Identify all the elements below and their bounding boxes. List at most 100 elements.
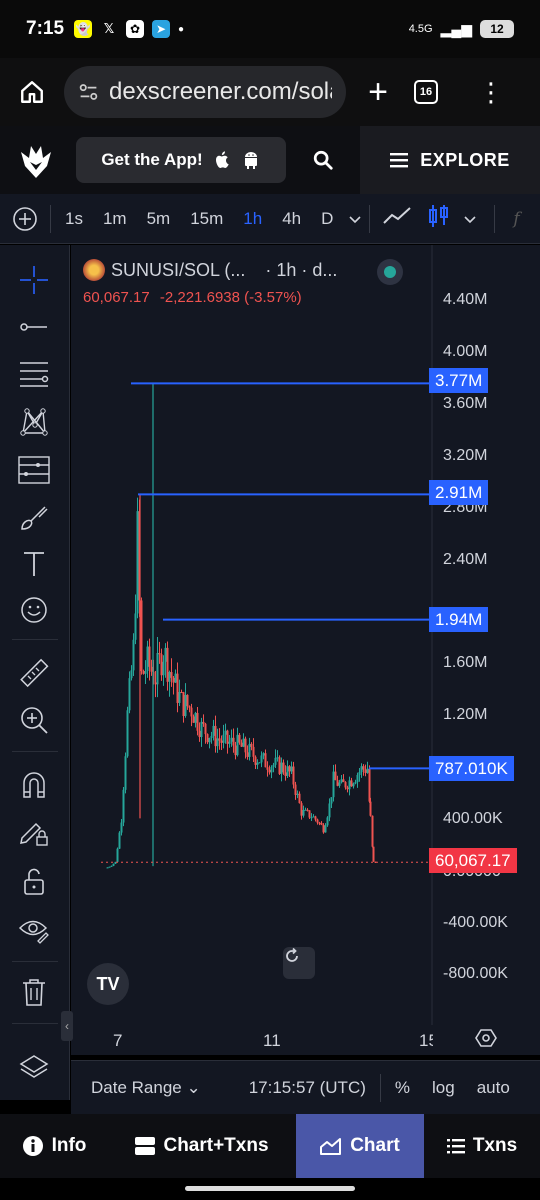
timeframe-1h[interactable]: 1h	[233, 209, 272, 229]
price-scale-label: -400.00K	[443, 914, 508, 931]
timeframe-1m[interactable]: 1m	[93, 209, 137, 229]
candlestick-chart[interactable]	[71, 245, 540, 1055]
candle-body	[198, 730, 201, 738]
trend-line-tool-icon[interactable]	[17, 310, 51, 344]
horizontal-line-tag[interactable]: 3.77M	[429, 368, 489, 393]
candle-body	[196, 712, 199, 731]
search-button[interactable]	[286, 149, 360, 171]
site-settings-icon[interactable]	[78, 81, 99, 103]
horizontal-line-tag[interactable]: 787.010K	[429, 756, 514, 781]
nav-chart-txns[interactable]: Chart+Txns	[108, 1114, 296, 1178]
pair-name[interactable]: SUNUSI/SOL (...	[111, 260, 245, 281]
utc-time[interactable]: 17:15:57 (UTC)	[249, 1078, 366, 1098]
dexscreener-logo[interactable]	[0, 140, 72, 180]
lock-drawing-tool-icon[interactable]	[17, 815, 51, 849]
tab-switcher-button[interactable]: 16	[414, 80, 438, 104]
text-tool-icon[interactable]	[17, 547, 51, 581]
home-button[interactable]	[0, 79, 64, 105]
emoji-tool-icon[interactable]	[17, 593, 51, 627]
line-chart-type-icon[interactable]	[382, 206, 412, 231]
brush-tool-icon[interactable]	[17, 501, 51, 535]
auto-scale-toggle[interactable]: auto	[477, 1078, 510, 1098]
add-symbol-button[interactable]	[0, 206, 50, 232]
timeframe-d[interactable]: D	[311, 209, 343, 229]
candles-chart-type-icon[interactable]	[428, 203, 450, 234]
candle-body	[274, 757, 277, 765]
timeframe-1s[interactable]: 1s	[55, 209, 93, 229]
market-status-dot-icon[interactable]	[377, 259, 403, 285]
candle-body	[118, 832, 121, 849]
explore-button[interactable]: EXPLORE	[360, 126, 540, 194]
candle-body	[194, 712, 197, 723]
nav-chart[interactable]: Chart	[296, 1114, 424, 1178]
candle-body	[144, 670, 147, 674]
candle-body	[156, 653, 159, 685]
chevron-down-icon: ⌄	[186, 1077, 201, 1097]
hide-drawings-eye-icon[interactable]	[17, 913, 51, 947]
pattern-tool-icon[interactable]	[17, 405, 51, 439]
timeframe-4h[interactable]: 4h	[272, 209, 311, 229]
url-bar[interactable]: dexscreener.com/sola	[64, 66, 346, 118]
browser-menu-button[interactable]: ⋮	[478, 79, 504, 105]
candle-body	[242, 738, 245, 747]
get-app-label: Get the App!	[101, 150, 203, 169]
candle-body	[130, 670, 133, 679]
candle-body	[342, 779, 345, 783]
candle-body	[326, 817, 329, 826]
ruler-tool-icon[interactable]	[17, 657, 51, 691]
trash-icon[interactable]	[17, 975, 51, 1009]
candle-body	[202, 721, 205, 724]
reset-icon	[286, 947, 298, 962]
price-scale-label: 400.00K	[443, 810, 503, 827]
nav-info[interactable]: Info	[0, 1114, 108, 1178]
lock-icon[interactable]	[17, 865, 51, 899]
collapse-toolbar-chevron-icon[interactable]: ‹	[61, 1011, 73, 1041]
candle-body	[112, 863, 115, 866]
percent-scale-toggle[interactable]: %	[395, 1078, 410, 1098]
timeframe-15m[interactable]: 15m	[180, 209, 233, 229]
price-chart[interactable]: SUNUSI/SOL (... · 1h · d... 60,067.17 -2…	[61, 245, 540, 1055]
zoom-in-tool-icon[interactable]	[17, 703, 51, 737]
new-tab-button[interactable]: +	[348, 73, 408, 112]
candle-body	[164, 647, 167, 662]
candle-body	[354, 782, 357, 784]
explore-label: EXPLORE	[420, 149, 510, 170]
indicators-fx-icon[interactable]: f	[513, 209, 519, 229]
timeframe-dropdown-chevron-icon[interactable]	[343, 209, 369, 229]
chart-type-chevron-icon[interactable]	[464, 209, 476, 229]
object-tree-layers-icon[interactable]	[17, 1051, 51, 1085]
reset-chart-button[interactable]	[283, 947, 315, 979]
get-app-button[interactable]: Get the App!	[76, 137, 286, 183]
horizontal-line-tag[interactable]: 1.94M	[429, 607, 489, 632]
telegram-icon: ➤	[152, 20, 171, 38]
crosshair-tool-icon[interactable]	[17, 263, 51, 297]
info-icon	[22, 1136, 43, 1156]
battery-indicator: 12	[480, 20, 514, 38]
candle-body	[276, 757, 279, 759]
candle-body	[348, 780, 351, 790]
candle-body	[142, 671, 145, 674]
candle-body	[246, 752, 249, 757]
candle-body	[244, 738, 247, 753]
candle-body	[216, 738, 219, 747]
forecast-tool-icon[interactable]	[17, 453, 51, 487]
candle-body	[208, 737, 211, 743]
tradingview-logo[interactable]: TV	[87, 963, 129, 1005]
gesture-handle[interactable]	[185, 1186, 355, 1191]
fib-retracement-tool-icon[interactable]	[17, 357, 51, 391]
log-scale-toggle[interactable]: log	[432, 1078, 455, 1098]
candle-body	[232, 737, 235, 746]
price-scale-label: 1.20M	[443, 706, 488, 723]
nav-chart-txns-label: Chart+Txns	[163, 1135, 269, 1156]
horizontal-line-tag[interactable]: 2.91M	[429, 480, 489, 505]
magnet-tool-icon[interactable]	[17, 769, 51, 803]
date-range-button[interactable]: Date Range ⌄	[91, 1078, 201, 1098]
nav-txns[interactable]: Txns	[424, 1114, 540, 1178]
toolbar-divider	[494, 204, 496, 233]
candle-body	[240, 742, 243, 747]
candle-body	[206, 734, 209, 743]
candle-body	[180, 692, 183, 694]
candle-body	[228, 741, 231, 744]
signal-icon: ▂▄▆	[440, 20, 472, 37]
timeframe-5m[interactable]: 5m	[137, 209, 181, 229]
